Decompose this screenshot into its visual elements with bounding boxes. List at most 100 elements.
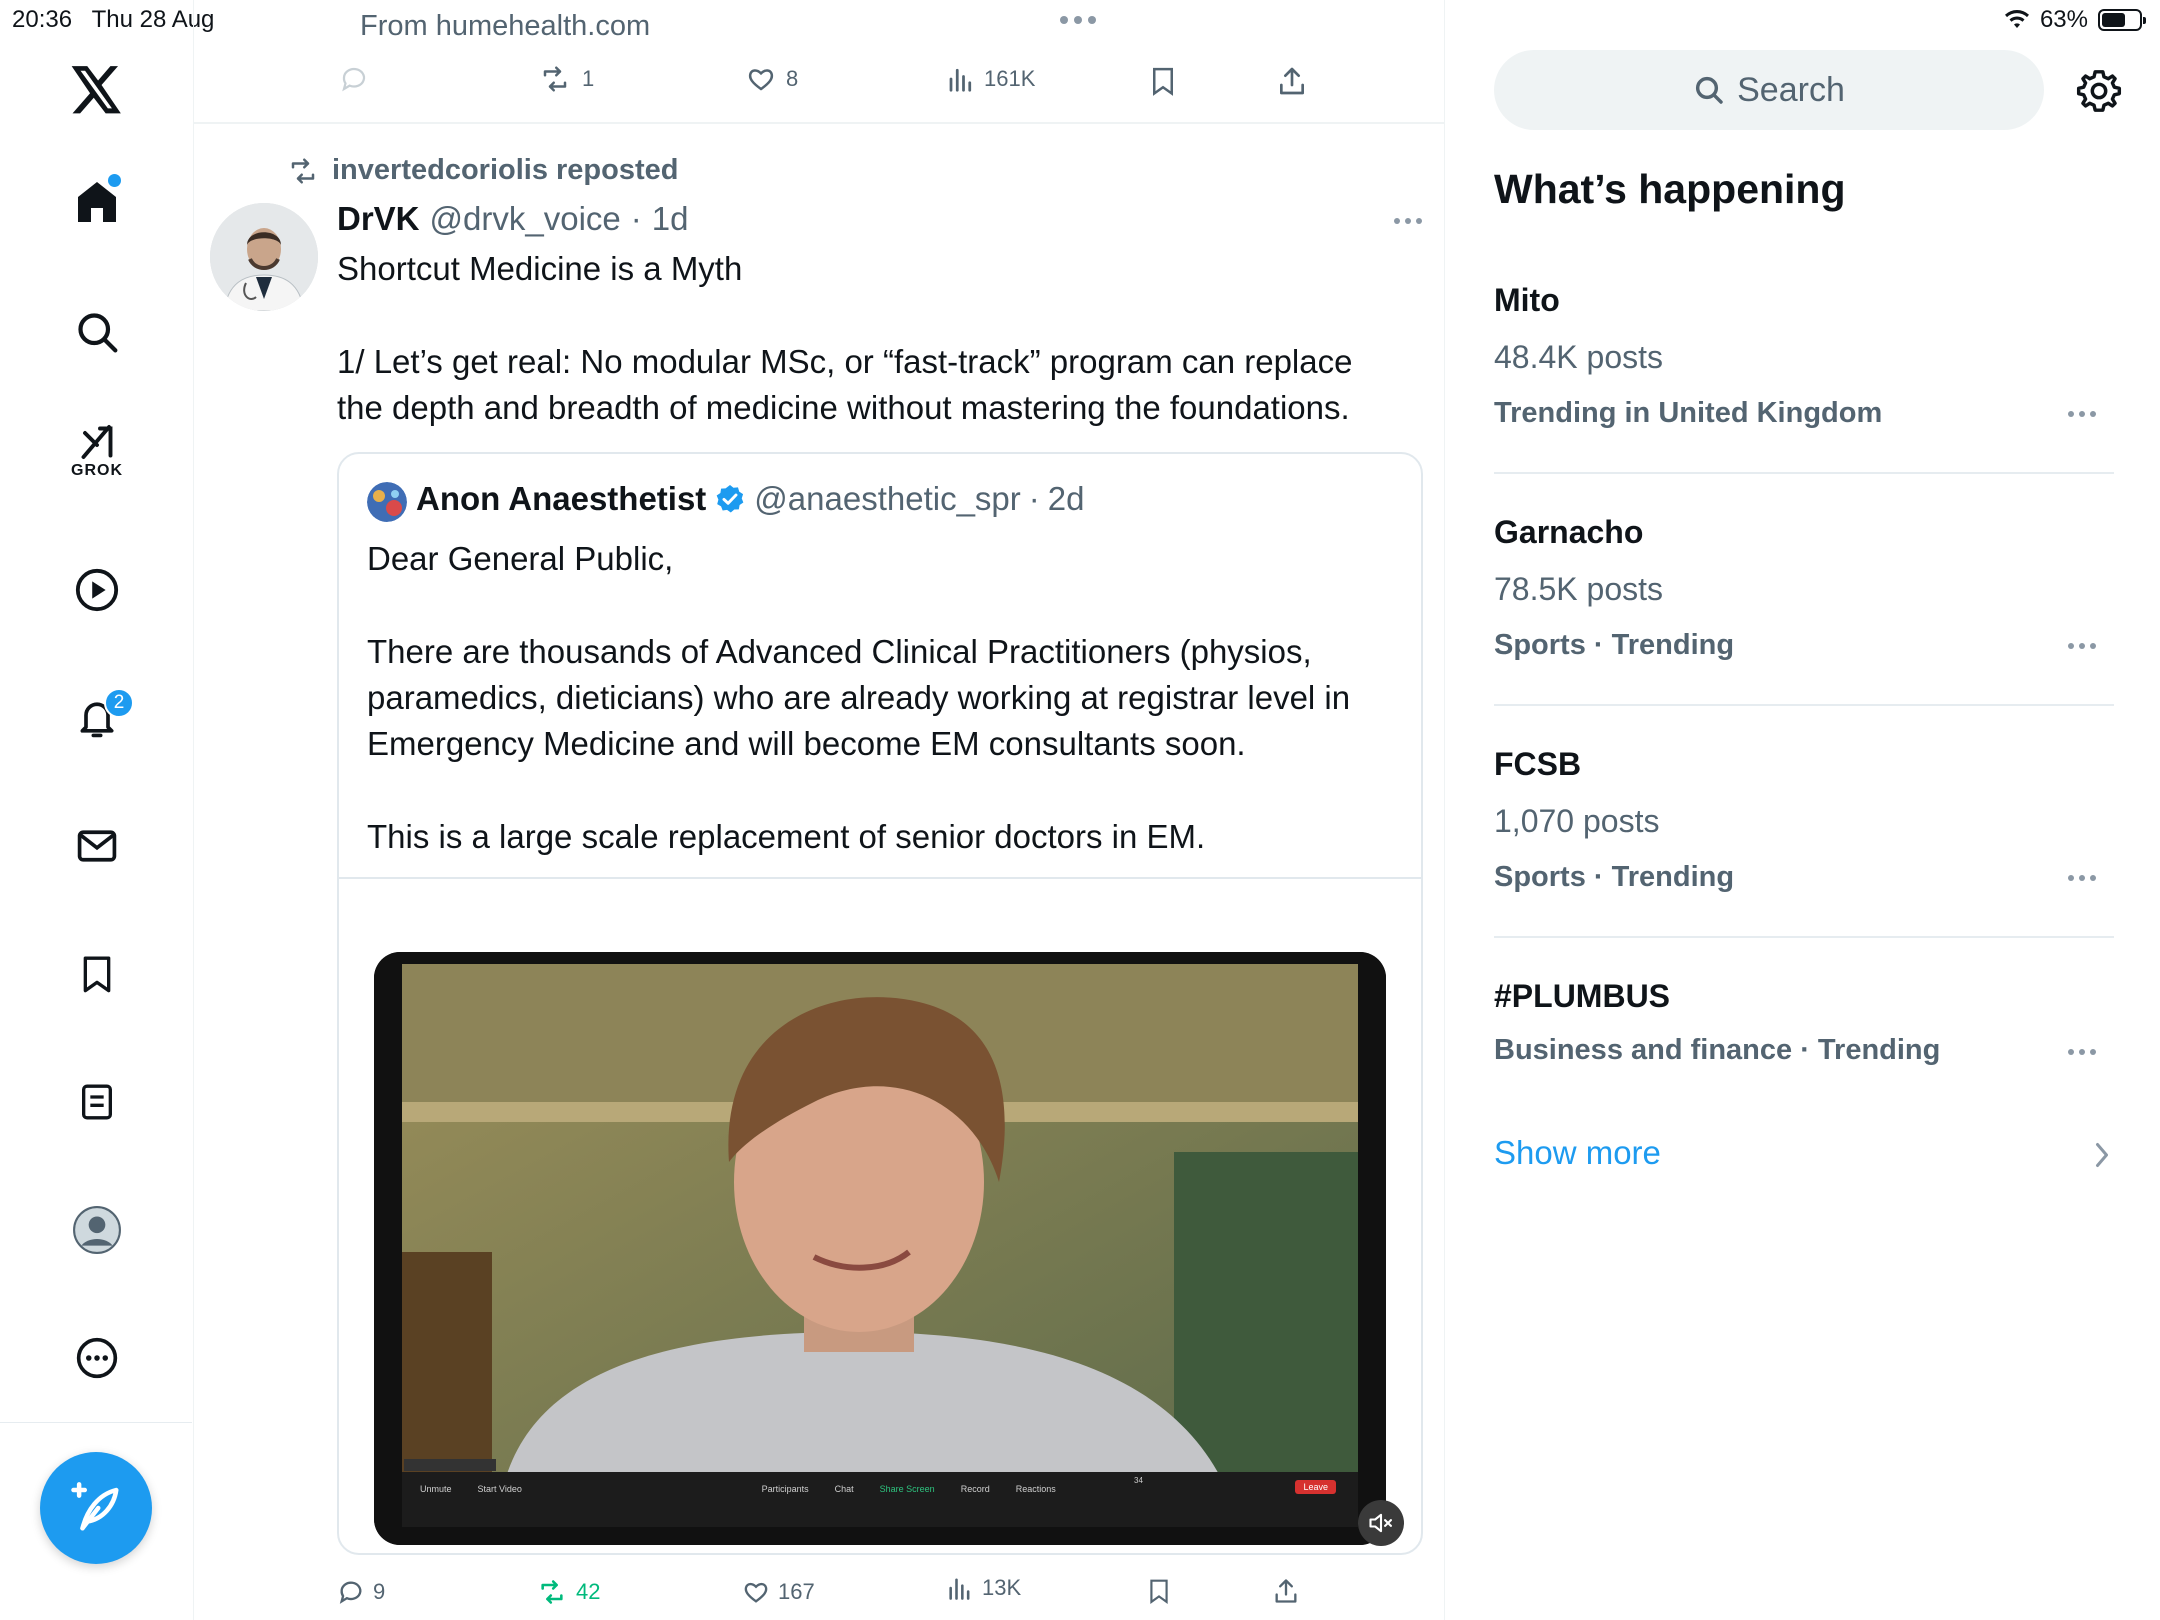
repost-label: invertedcoriolis reposted xyxy=(332,154,679,186)
wifi-icon xyxy=(2004,10,2029,28)
compose-feather-icon xyxy=(71,1482,119,1531)
trend-1-posts: 48.4K posts xyxy=(1494,339,1663,375)
trend-1-meta: Trending in United Kingdom xyxy=(1494,397,1883,429)
search-icon xyxy=(1696,76,1723,104)
notifications-bell-icon[interactable]: 2 xyxy=(69,688,134,746)
x-logo-icon[interactable] xyxy=(69,62,125,118)
trend-2-more-icon[interactable] xyxy=(2068,643,2096,649)
tweet-body-line-2: the depth and breadth of medicine withou… xyxy=(337,389,1350,426)
like-button[interactable]: 167 xyxy=(742,1578,815,1606)
quoted-timestamp[interactable]: 2d xyxy=(1048,480,1085,518)
chevron-right-icon[interactable] xyxy=(2092,1140,2112,1170)
video-play-icon[interactable] xyxy=(69,562,125,618)
top-handle-dots-icon[interactable] xyxy=(1060,16,1096,24)
status-bar-right: 63% xyxy=(2004,6,2146,34)
prev-like-button[interactable]: 8 xyxy=(744,64,798,94)
repost-icon xyxy=(291,158,315,183)
more-options-icon[interactable] xyxy=(69,1330,125,1386)
compose-post-button[interactable] xyxy=(40,1452,152,1564)
tweet-title-line: Shortcut Medicine is a Myth xyxy=(337,250,743,287)
retweet-icon xyxy=(543,66,567,92)
muted-speaker-icon xyxy=(1369,1513,1392,1533)
retweet-icon xyxy=(541,1580,563,1604)
home-icon[interactable] xyxy=(69,174,125,230)
search-input[interactable]: Search xyxy=(1494,50,2044,130)
retweet-button[interactable]: 42 xyxy=(536,1578,600,1606)
video-leave-label: Leave xyxy=(1295,1480,1336,1494)
share-icon xyxy=(1275,1579,1297,1603)
trend-3-name[interactable]: FCSB xyxy=(1494,746,1581,783)
trend-4-more-icon[interactable] xyxy=(2068,1049,2096,1055)
author-avatar[interactable] xyxy=(210,203,318,311)
prev-retweet-button[interactable]: 1 xyxy=(536,64,594,94)
trend-2-meta: Sports · Trending xyxy=(1494,629,1735,661)
trend-divider xyxy=(1494,704,2114,706)
quoted-line-2: There are thousands of Advanced Clinical… xyxy=(367,633,1312,670)
like-count: 167 xyxy=(778,1579,815,1604)
trend-3-posts: 1,070 posts xyxy=(1494,803,1660,839)
profile-avatar-icon[interactable] xyxy=(69,1202,125,1258)
reply-button[interactable]: 9 xyxy=(337,1578,385,1606)
quoted-line-4: Emergency Medicine and will become EM co… xyxy=(367,725,1246,762)
prev-retweet-count: 1 xyxy=(582,66,595,91)
trend-3-more-icon[interactable] xyxy=(2068,875,2096,881)
reply-icon xyxy=(342,67,366,92)
prev-tweet-source[interactable]: From humehealth.com xyxy=(360,10,650,43)
left-nav: GROK 2 xyxy=(0,0,194,1620)
prev-bookmark-button[interactable] xyxy=(1148,64,1178,98)
share-button[interactable] xyxy=(1272,1576,1300,1606)
quoted-author-name[interactable]: Anon Anaesthetist xyxy=(416,480,706,518)
video-mute-toggle[interactable] xyxy=(1358,1500,1404,1546)
prev-reply-button[interactable] xyxy=(337,64,371,94)
reply-icon xyxy=(339,1581,362,1604)
explore-search-icon[interactable] xyxy=(69,304,125,360)
quoted-line-1: Dear General Public, xyxy=(367,540,674,577)
trend-1-name[interactable]: Mito xyxy=(1494,282,1560,319)
bookmarks-icon[interactable] xyxy=(69,946,125,1002)
nav-divider xyxy=(0,1422,192,1423)
video-frame-image xyxy=(374,952,1386,1545)
show-more-link[interactable]: Show more xyxy=(1494,1134,1661,1172)
video-share-screen-label: Share Screen xyxy=(879,1484,935,1494)
trend-divider xyxy=(1494,936,2114,938)
views-chart-icon xyxy=(949,68,972,92)
quoted-media-divider xyxy=(338,877,1422,879)
retweet-count: 42 xyxy=(576,1579,601,1604)
video-unmute-label: Unmute xyxy=(420,1484,452,1494)
quoted-author-avatar[interactable] xyxy=(367,482,407,522)
lists-icon[interactable] xyxy=(69,1074,125,1130)
video-reactions-label: Reactions xyxy=(1015,1484,1056,1494)
trend-4-meta: Business and finance · Trending xyxy=(1494,1034,1941,1066)
repost-indicator[interactable]: invertedcoriolis reposted xyxy=(286,154,679,187)
quoted-line-5: This is a large scale replacement of sen… xyxy=(367,818,1206,855)
tweet-author-line: DrVK @drvk_voice · 1d xyxy=(337,200,689,238)
bookmark-button[interactable] xyxy=(1146,1576,1172,1606)
tweet-timestamp[interactable]: 1d xyxy=(652,200,689,238)
trend-2-posts: 78.5K posts xyxy=(1494,571,1663,607)
verified-badge-icon xyxy=(716,485,744,513)
heart-icon xyxy=(744,1582,768,1603)
messages-envelope-icon[interactable] xyxy=(69,818,125,874)
views-button[interactable]: 13K xyxy=(946,1574,1021,1602)
prev-share-button[interactable] xyxy=(1276,64,1308,98)
prev-views-button[interactable]: 161K xyxy=(946,64,1035,94)
trend-1-more-icon[interactable] xyxy=(2068,411,2096,417)
quoted-author-handle[interactable]: @anaesthetic_spr xyxy=(754,480,1020,518)
tweet-author-handle[interactable]: @drvk_voice xyxy=(430,200,621,238)
trend-4-name[interactable]: #PLUMBUS xyxy=(1494,978,1670,1015)
grok-nav-item[interactable]: GROK xyxy=(69,424,125,480)
reply-count: 9 xyxy=(373,1579,386,1604)
settings-gear-icon[interactable] xyxy=(2076,68,2122,114)
bookmark-icon xyxy=(1150,1579,1168,1604)
video-start-video-label: Start Video xyxy=(477,1484,522,1494)
views-count: 13K xyxy=(982,1575,1022,1600)
tweet-author-name[interactable]: DrVK xyxy=(337,200,420,238)
trend-divider xyxy=(1494,472,2114,474)
trend-2-name[interactable]: Garnacho xyxy=(1494,514,1643,551)
tweet-divider xyxy=(194,122,1444,124)
video-meeting-toolbar: Unmute Start Video Participants Chat Sha… xyxy=(400,1480,1356,1494)
embedded-video[interactable]: Unmute Start Video Participants Chat Sha… xyxy=(374,952,1386,1545)
tweet-more-options-icon[interactable] xyxy=(1394,218,1422,224)
share-icon xyxy=(1280,67,1304,95)
search-placeholder: Search xyxy=(1737,70,1845,109)
